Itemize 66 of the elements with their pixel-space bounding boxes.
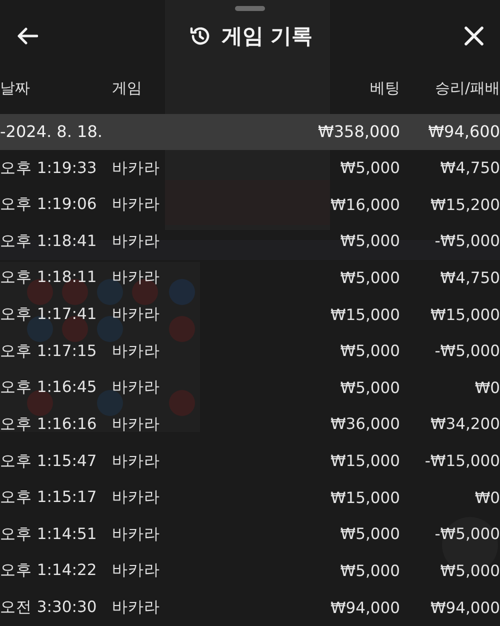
result-cell-text: ₩0 bbox=[474, 378, 500, 397]
bet-cell-text: ₩5,000 bbox=[339, 159, 401, 178]
time-cell-text: 오전 3:30:30 bbox=[0, 597, 98, 618]
column-header: 게임 bbox=[112, 79, 143, 98]
bet-cell-text: ₩5,000 bbox=[339, 525, 401, 544]
game-cell-text: 바카라 bbox=[112, 158, 161, 179]
game-cell-text: 바카라 bbox=[112, 230, 161, 252]
time-cell-text: 오후 1:14:22 bbox=[0, 560, 98, 582]
game-cell-text: 바카라 bbox=[112, 267, 161, 288]
game-cell-text: 바카라 bbox=[112, 597, 161, 618]
column-header: 날짜 bbox=[0, 79, 31, 98]
time-cell-text: 오후 1:17:41 bbox=[0, 304, 98, 326]
bet-cell-text: ₩15,000 bbox=[329, 452, 401, 470]
result-cell-text: -₩5,000 bbox=[434, 232, 500, 250]
result-cell-text: -₩5,000 bbox=[434, 342, 500, 360]
time-cell-text: 오후 1:15:17 bbox=[0, 487, 98, 508]
time-cell-text: 오후 1:16:16 bbox=[0, 414, 98, 435]
game-cell-text: 바카라 bbox=[112, 487, 161, 508]
game-cell-text: 바카라 bbox=[112, 304, 161, 326]
time-cell-text: 오후 1:18:41 bbox=[0, 230, 98, 252]
bet-cell-text: ₩15,000 bbox=[329, 488, 401, 507]
result-cell-text: ₩4,750 bbox=[439, 159, 500, 178]
game-cell-text: 바카라 bbox=[112, 414, 161, 435]
back-arrow-icon bbox=[16, 26, 38, 45]
time-cell-text: 오후 1:16:45 bbox=[0, 377, 98, 398]
time-cell-text: 오후 1:15:47 bbox=[0, 450, 98, 472]
time-cell-text: 오후 1:19:06 bbox=[0, 194, 98, 216]
summary-bet: ₩358,000 bbox=[317, 122, 401, 142]
result-cell-text: ₩5,000 bbox=[439, 562, 500, 580]
bet-cell-text: ₩5,000 bbox=[339, 268, 401, 287]
result-cell-text: ₩34,200 bbox=[429, 415, 500, 434]
bet-cell-text: ₩5,000 bbox=[339, 232, 401, 250]
column-header: 베팅 bbox=[369, 79, 401, 98]
close-icon bbox=[464, 26, 484, 46]
bet-cell-text: ₩15,000 bbox=[329, 306, 401, 324]
bet-cell-text: ₩5,000 bbox=[339, 562, 401, 580]
result-cell-text: ₩0 bbox=[474, 488, 500, 507]
result-cell-text: -₩5,000 bbox=[434, 525, 500, 544]
game-cell-text: 바카라 bbox=[112, 524, 161, 545]
summary-result: ₩94,600 bbox=[427, 122, 500, 142]
drag-handle[interactable] bbox=[235, 6, 265, 11]
game-cell-text: 바카라 bbox=[112, 194, 161, 216]
back-button[interactable] bbox=[16, 26, 38, 45]
time-cell-text: 오후 1:14:51 bbox=[0, 524, 98, 545]
time-cell-text: 오후 1:19:33 bbox=[0, 158, 98, 179]
result-cell-text: ₩4,750 bbox=[439, 268, 500, 287]
result-cell-text: ₩94,000 bbox=[429, 598, 500, 617]
result-cell-text: -₩15,000 bbox=[424, 452, 500, 470]
window-title: 게임 기록 bbox=[221, 22, 313, 50]
result-cell-text: ₩15,000 bbox=[429, 306, 500, 324]
close-button[interactable] bbox=[464, 26, 484, 46]
bet-cell-text: ₩5,000 bbox=[339, 378, 401, 397]
column-header: 승리/패배 bbox=[434, 79, 500, 98]
time-cell-text: 오후 1:17:15 bbox=[0, 340, 98, 362]
bet-cell-text: ₩16,000 bbox=[329, 196, 401, 214]
time-cell-text: 오후 1:18:11 bbox=[0, 267, 98, 288]
result-cell-text: ₩15,200 bbox=[429, 196, 500, 214]
game-cell-text: 바카라 bbox=[112, 340, 161, 362]
bet-cell-text: ₩5,000 bbox=[339, 342, 401, 360]
bet-cell-text: ₩94,000 bbox=[329, 598, 401, 617]
bet-cell-text: ₩36,000 bbox=[329, 415, 401, 434]
game-cell-text: 바카라 bbox=[112, 377, 161, 398]
game-cell-text: 바카라 bbox=[112, 560, 161, 582]
history-icon bbox=[189, 24, 212, 47]
game-cell-text: 바카라 bbox=[112, 450, 161, 472]
summary-date: -2024. 8. 18. bbox=[0, 122, 104, 142]
